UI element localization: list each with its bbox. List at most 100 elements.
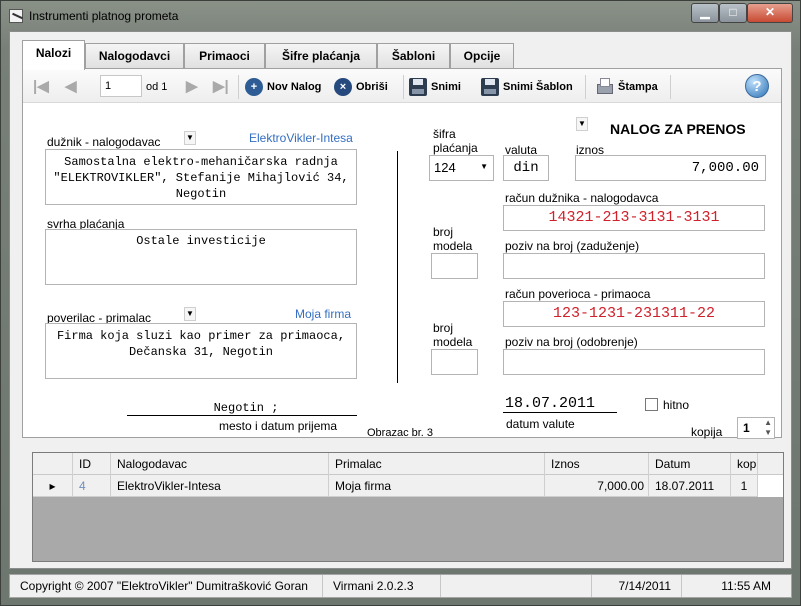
orders-grid: ID Nalogodavac Primalac Iznos Datum kop … xyxy=(32,452,784,562)
maximize-button[interactable]: □ xyxy=(719,3,747,23)
tab-nalozi[interactable]: Nalozi xyxy=(22,40,85,70)
model-number-label-2: broj modela xyxy=(433,321,473,349)
reference-debit-input[interactable] xyxy=(503,253,765,279)
grid-header-amount[interactable]: Iznos xyxy=(545,453,649,475)
tab-nalogodavci[interactable]: Nalogodavci xyxy=(85,43,184,69)
print-button[interactable]: Štampa xyxy=(595,76,658,98)
window-title: Instrumenti platnog prometa xyxy=(29,9,179,23)
place-date-value[interactable]: Negotin ; xyxy=(131,401,361,415)
row-date-cell[interactable]: 18.07.2011 xyxy=(649,475,731,497)
payer-label: dužnik - nalogodavac xyxy=(47,135,161,149)
creditor-account-input[interactable]: 123-1231-231311-22 xyxy=(503,301,765,327)
urgent-checkbox[interactable] xyxy=(645,398,658,411)
toolbar-separator xyxy=(585,75,586,99)
form-number-label: Obrazac br. 3 xyxy=(367,427,434,439)
delete-button[interactable]: × Obriši xyxy=(334,76,388,98)
grid-header-payer[interactable]: Nalogodavac xyxy=(111,453,329,475)
new-order-label: Nov Nalog xyxy=(267,81,322,93)
value-date-input[interactable]: 18.07.2011 xyxy=(505,395,595,412)
currency-input[interactable]: din xyxy=(503,155,549,181)
app-icon xyxy=(9,9,23,23)
model-number-input-1[interactable] xyxy=(431,253,478,279)
copies-value: 1 xyxy=(743,421,750,435)
title-bar[interactable]: Instrumenti platnog prometa ▁ □ ✕ xyxy=(1,1,800,31)
table-row[interactable]: ▸ 4 ElektroVikler-Intesa Moja firma 7,00… xyxy=(33,475,783,497)
payment-code-label: šifra plaćanja xyxy=(433,127,478,155)
grid-header-id[interactable]: ID xyxy=(73,453,111,475)
tab-primaoci[interactable]: Primaoci xyxy=(184,43,265,69)
value-date-label: datum valute xyxy=(506,417,575,431)
status-spacer xyxy=(441,575,591,597)
tab-sabloni[interactable]: Šabloni xyxy=(377,43,450,69)
grid-header: ID Nalogodavac Primalac Iznos Datum kop xyxy=(33,453,783,475)
tab-opcije[interactable]: Opcije xyxy=(450,43,514,69)
row-id-cell[interactable]: 4 xyxy=(73,475,111,497)
application-window: Instrumenti platnog prometa ▁ □ ✕ Nalozi… xyxy=(0,0,801,606)
payment-code-select[interactable]: 124 ▼ xyxy=(429,155,494,181)
save-button[interactable]: Snimi xyxy=(409,76,461,98)
recipient-link[interactable]: Moja firma xyxy=(295,307,351,321)
status-date: 7/14/2011 xyxy=(591,575,682,597)
close-button[interactable]: ✕ xyxy=(747,3,793,23)
urgent-label: hitno xyxy=(663,398,690,412)
amount-input[interactable]: 7,000.00 xyxy=(575,155,766,181)
order-title: NALOG ZA PRENOS xyxy=(610,121,746,137)
status-version: Virmani 2.0.2.3 xyxy=(323,575,441,597)
main-client-area: Nalozi Nalogodavci Primaoci Šifre plaćan… xyxy=(9,31,792,569)
copies-stepper[interactable]: 1 ▲ ▼ xyxy=(737,417,775,439)
next-record-icon[interactable]: ▶ xyxy=(186,76,198,98)
save-template-label: Snimi Šablon xyxy=(503,81,573,93)
reference-credit-label: poziv na broj (odobrenje) xyxy=(505,335,638,349)
row-pointer-icon: ▸ xyxy=(33,475,73,497)
recipient-dropdown-button[interactable]: ▼ xyxy=(184,307,196,321)
row-recipient-cell[interactable]: Moja firma xyxy=(329,475,545,497)
chevron-down-icon: ▼ xyxy=(480,162,488,171)
save-label: Snimi xyxy=(431,81,461,93)
debtor-account-input[interactable]: 14321-213-3131-3131 xyxy=(503,205,765,231)
payer-textarea[interactable]: Samostalna elektro-mehaničarska radnja "… xyxy=(45,149,357,205)
last-record-icon[interactable]: ▶| xyxy=(213,76,229,98)
reference-debit-label: poziv na broj (zaduženje) xyxy=(505,239,640,253)
save-template-icon xyxy=(481,78,499,97)
row-copies-cell[interactable]: 1 xyxy=(731,475,758,497)
recipient-textarea[interactable]: Firma koja sluzi kao primer za primaoca,… xyxy=(45,323,357,379)
status-time: 11:55 AM xyxy=(721,579,771,593)
plus-icon: + xyxy=(245,78,263,97)
signature-line xyxy=(127,415,357,416)
purpose-textarea[interactable]: Ostale investicije xyxy=(45,229,357,285)
payer-dropdown-button[interactable]: ▼ xyxy=(184,131,196,145)
grid-header-date[interactable]: Datum xyxy=(649,453,731,475)
model-number-label-1: broj modela xyxy=(433,225,473,253)
order-type-dropdown-button[interactable]: ▼ xyxy=(576,117,588,131)
help-button[interactable]: ? xyxy=(745,74,769,98)
value-date-line xyxy=(503,412,617,413)
tab-sifre-placanja[interactable]: Šifre plaćanja xyxy=(265,43,377,69)
record-count: od 1 xyxy=(146,81,168,93)
new-order-button[interactable]: + Nov Nalog xyxy=(245,76,321,98)
first-record-icon[interactable]: |◀ xyxy=(33,76,49,98)
save-icon xyxy=(409,78,427,97)
save-template-button[interactable]: Snimi Šablon xyxy=(481,76,573,98)
nalozi-tab-panel: |◀ ◀ od 1 ▶ ▶| + Nov Nalog × Obriši Snimi … xyxy=(22,68,782,439)
delete-label: Obriši xyxy=(356,81,388,93)
model-number-input-2[interactable] xyxy=(431,349,478,375)
payment-code-value: 124 xyxy=(434,160,456,175)
status-bar: Copyright © 2007 "ElektroVikler" Dumitra… xyxy=(9,574,792,598)
payment-order-form: dužnik - nalogodavac ▼ ElektroVikler-Int… xyxy=(31,111,775,439)
row-payer-cell[interactable]: ElektroVikler-Intesa xyxy=(111,475,329,497)
stepper-arrows-icon[interactable]: ▲ ▼ xyxy=(764,418,772,438)
previous-record-icon[interactable]: ◀ xyxy=(65,76,77,98)
toolbar-separator xyxy=(238,75,239,99)
vertical-divider xyxy=(397,151,398,383)
printer-icon xyxy=(595,78,613,96)
minimize-button[interactable]: ▁ xyxy=(691,3,719,23)
reference-credit-input[interactable] xyxy=(503,349,765,375)
record-position-input[interactable] xyxy=(100,75,142,97)
row-amount-cell[interactable]: 7,000.00 xyxy=(545,475,649,497)
grid-header-recipient[interactable]: Primalac xyxy=(329,453,545,475)
grid-header-corner xyxy=(33,453,73,475)
grid-header-copies[interactable]: kop xyxy=(731,453,758,475)
creditor-account-label: račun poverioca - primaoca xyxy=(505,287,651,301)
payer-link[interactable]: ElektroVikler-Intesa xyxy=(249,131,353,145)
toolbar-separator xyxy=(403,75,404,99)
